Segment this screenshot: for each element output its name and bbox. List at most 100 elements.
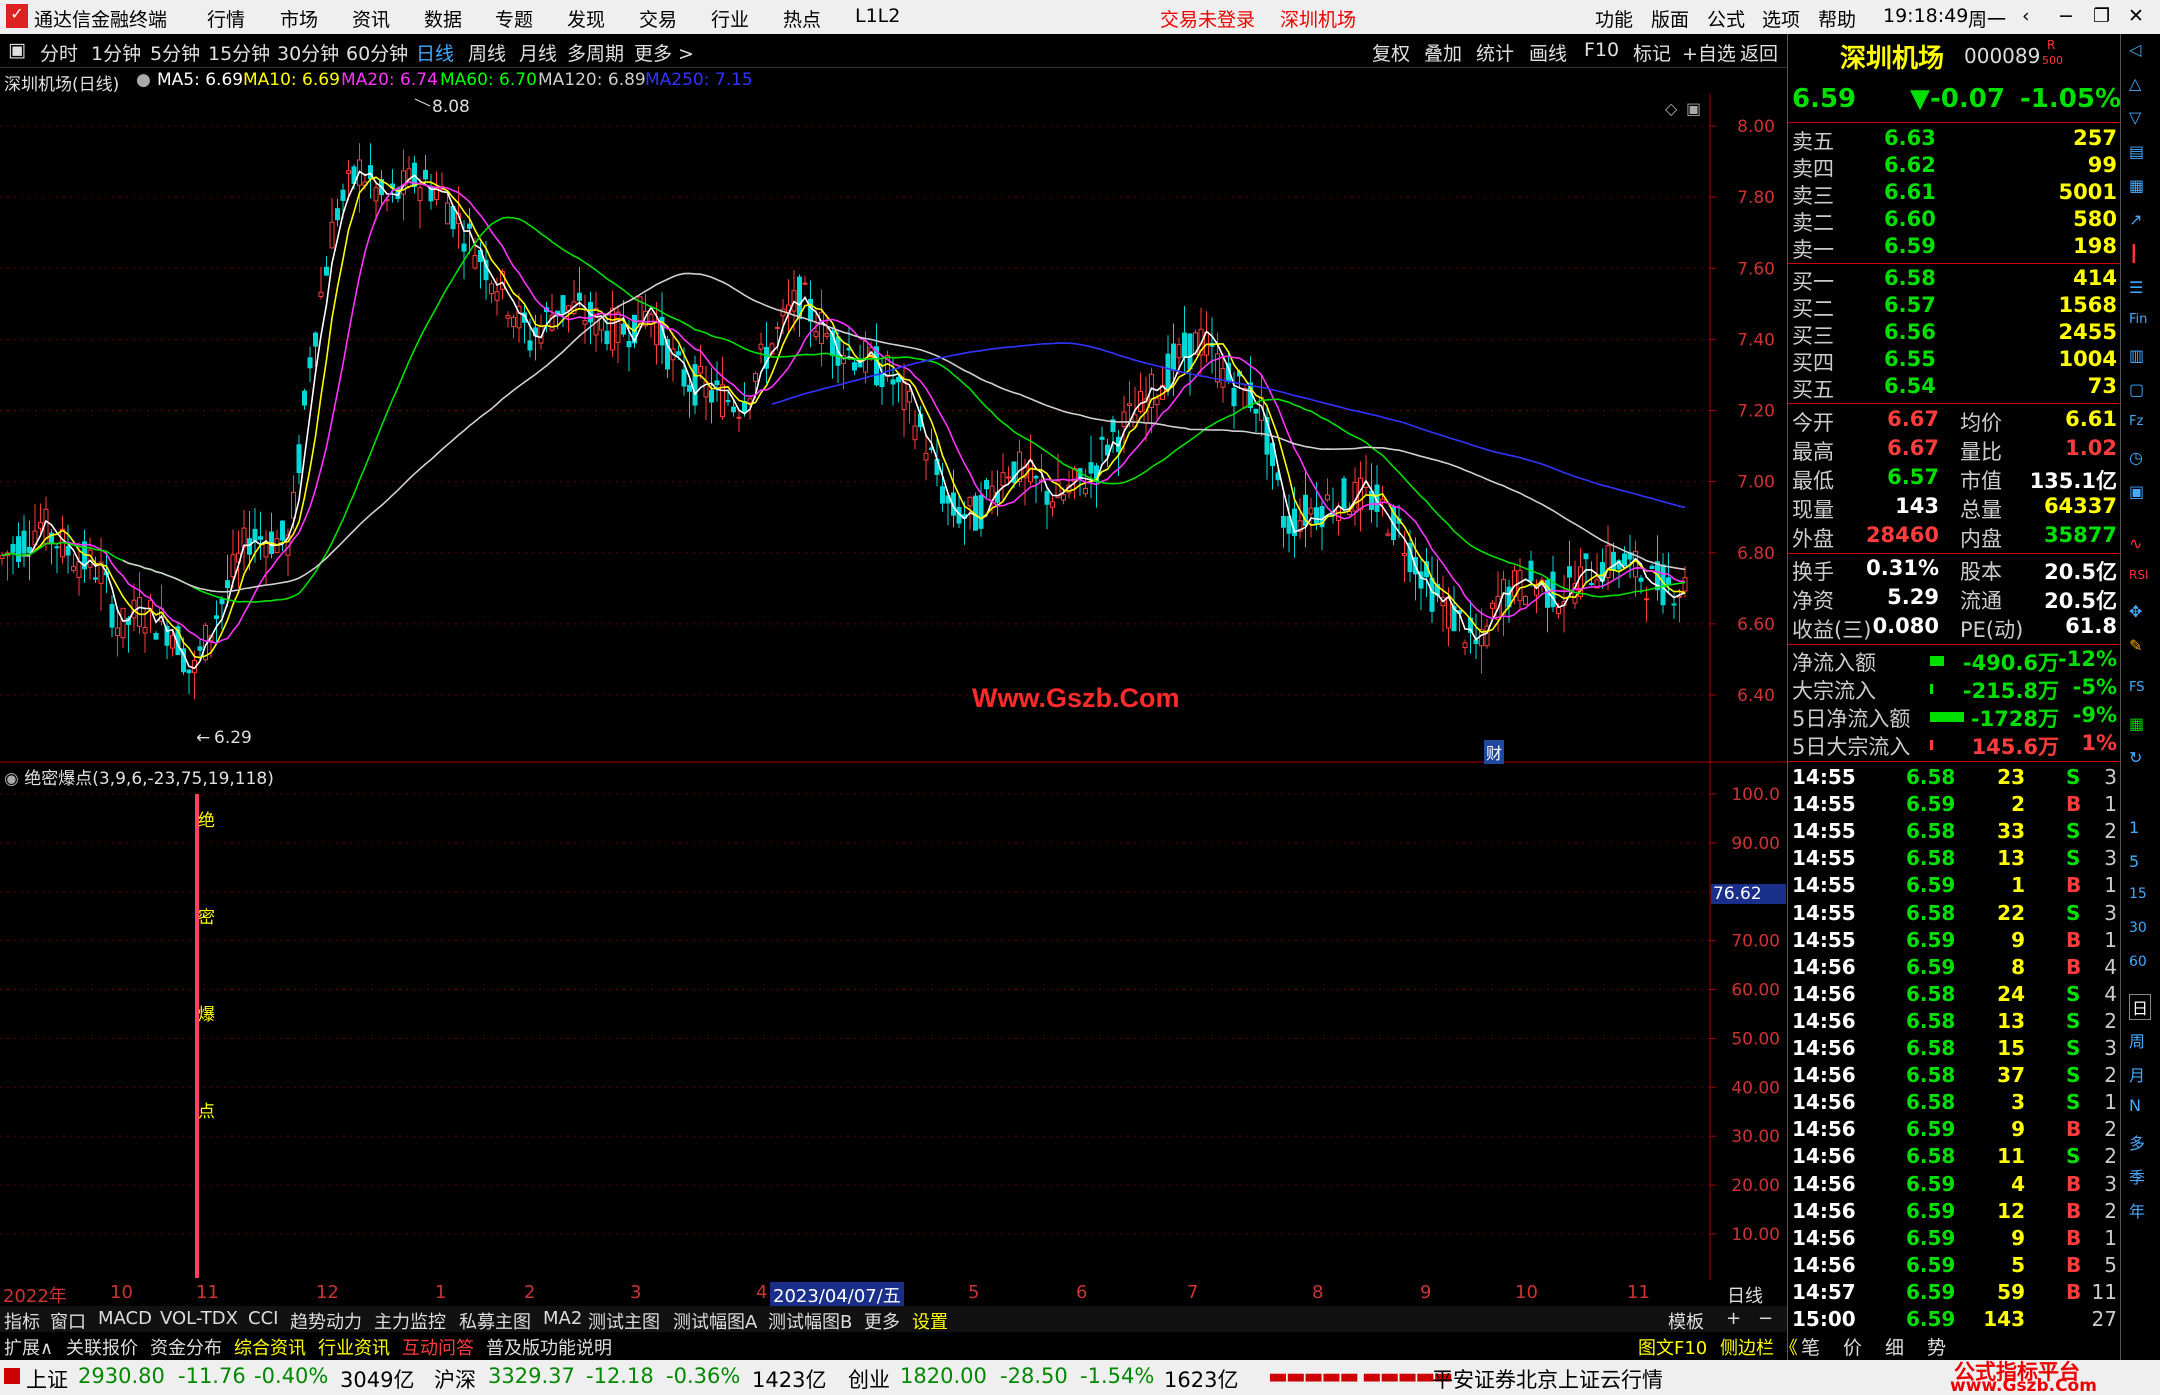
menu-item-hangqing[interactable]: 行情 — [207, 5, 245, 32]
menu-item-shichang[interactable]: 市场 — [280, 5, 318, 32]
tab-30min[interactable]: 30分钟 — [277, 39, 339, 66]
tool-diejia[interactable]: 叠加 — [1424, 39, 1462, 66]
menu-item-shuju[interactable]: 数据 — [424, 5, 462, 32]
itab-remove[interactable]: − — [1758, 1308, 1773, 1329]
ma-settings-icon[interactable]: ● — [136, 70, 151, 90]
info-tab-industry[interactable]: 行业资讯 — [318, 1334, 390, 1360]
chart-icon[interactable]: ▤ — [2129, 142, 2144, 161]
tab-monthly[interactable]: 月线 — [519, 39, 557, 66]
info-tab-f10[interactable]: 图文F10 — [1638, 1334, 1707, 1360]
itab-simuzhutu[interactable]: 私募主图 — [459, 1308, 531, 1334]
fs-icon[interactable]: FS — [2129, 680, 2145, 695]
box-icon[interactable]: ▣ — [2129, 482, 2144, 501]
info-tab-news[interactable]: 综合资讯 — [234, 1334, 306, 1360]
itab-ceshifutu-a[interactable]: 测试幅图A — [673, 1308, 757, 1334]
menu-item-zixun[interactable]: 资讯 — [352, 5, 390, 32]
time-icon[interactable]: ◷ — [2129, 448, 2143, 467]
cy-label[interactable]: 创业 — [848, 1364, 890, 1394]
table-icon[interactable]: ▥ — [2129, 346, 2144, 365]
rsi-icon[interactable]: RSI — [2129, 568, 2149, 582]
info-tab-capital[interactable]: 资金分布 — [150, 1334, 222, 1360]
fin-icon[interactable]: Fin — [2129, 312, 2147, 327]
close-icon[interactable]: ✕ — [2128, 5, 2144, 27]
restore-icon[interactable]: ❐ — [2093, 5, 2110, 27]
itab-zhulijiankong[interactable]: 主力监控 — [374, 1308, 446, 1334]
fz-icon[interactable]: Fz — [2129, 414, 2143, 429]
info-tab-related[interactable]: 关联报价 — [66, 1334, 138, 1360]
tool-huaxian[interactable]: 画线 — [1529, 39, 1567, 66]
itab-template[interactable]: 模板 — [1668, 1308, 1704, 1334]
tab-15min[interactable]: 15分钟 — [208, 39, 270, 66]
grid-icon[interactable]: ▦ — [2129, 176, 2144, 195]
period-season[interactable]: 季 — [2129, 1164, 2145, 1188]
up-icon[interactable]: △ — [2129, 74, 2141, 93]
tool-fuquan[interactable]: 复权 — [1372, 39, 1410, 66]
itab-more[interactable]: 更多 — [864, 1308, 900, 1334]
itab-ceshizhutu[interactable]: 测试主图 — [588, 1308, 660, 1334]
itab-ceshifutu-b[interactable]: 测试幅图B — [768, 1308, 852, 1334]
menu-item-xuanxiang[interactable]: 选项 — [1762, 5, 1800, 32]
period-month[interactable]: 月 — [2129, 1062, 2145, 1086]
tab-multi-period[interactable]: 多周期 — [567, 39, 624, 66]
period-n[interactable]: N — [2129, 1096, 2141, 1115]
menu-item-hangye[interactable]: 行业 — [711, 5, 749, 32]
menu-item-gongshi[interactable]: 公式 — [1707, 5, 1745, 32]
menu-item-bangzhu[interactable]: 帮助 — [1818, 5, 1856, 32]
collapse-icon[interactable]: ◁ — [2129, 40, 2141, 59]
tab-daily[interactable]: 日线 — [416, 39, 454, 66]
info-tab-qa[interactable]: 互动问答 — [402, 1334, 474, 1360]
menu-item-gongneng[interactable]: 功能 — [1595, 5, 1633, 32]
period-60[interactable]: 60 — [2129, 954, 2147, 970]
menu-item-redian[interactable]: 热点 — [783, 5, 821, 32]
tool-f10[interactable]: F10 — [1584, 39, 1619, 61]
pen-icon[interactable]: ✎ — [2129, 636, 2142, 655]
period-30[interactable]: 30 — [2129, 920, 2147, 936]
itab-macd[interactable]: MACD — [98, 1308, 152, 1329]
itab-zhibiao[interactable]: 指标 — [4, 1308, 40, 1334]
menu-item-l1l2[interactable]: L1L2 — [855, 5, 900, 27]
menu-item-banmian[interactable]: 版面 — [1651, 5, 1689, 32]
itab-vol-tdx[interactable]: VOL-TDX — [160, 1308, 238, 1329]
kline-chart[interactable]: 8.00 7.80 7.60 7.40 7.20 7.00 6.80 6.60 6.40 100.… — [0, 94, 1787, 1280]
tool-add-watchlist[interactable]: +自选 — [1682, 39, 1736, 66]
indicator-settings-icon[interactable]: ◉ — [4, 769, 24, 789]
itab-settings[interactable]: 设置 — [912, 1308, 948, 1334]
minimize-icon[interactable]: − — [2058, 5, 2074, 27]
itab-cci[interactable]: CCI — [248, 1308, 278, 1329]
info-tab-help[interactable]: 普及版功能说明 — [486, 1334, 612, 1360]
tab-5min[interactable]: 5分钟 — [150, 39, 200, 66]
period-day[interactable]: 日 — [2129, 994, 2152, 1020]
itab-chuangkou[interactable]: 窗口 — [50, 1308, 86, 1334]
grid2-icon[interactable]: ▦ — [2129, 714, 2144, 733]
period-multi[interactable]: 多 — [2129, 1130, 2145, 1154]
period-5[interactable]: 5 — [2129, 852, 2139, 871]
tool-tongji[interactable]: 统计 — [1476, 39, 1514, 66]
financial-report-marker[interactable]: 财 — [1484, 740, 1505, 764]
tab-weekly[interactable]: 周线 — [468, 39, 506, 66]
tab-60min[interactable]: 60分钟 — [346, 39, 408, 66]
trend-icon[interactable]: ↗ — [2129, 210, 2142, 229]
hs-label[interactable]: 沪深 — [434, 1364, 476, 1394]
period-year[interactable]: 年 — [2129, 1198, 2145, 1222]
move-icon[interactable]: ✥ — [2129, 602, 2142, 621]
info-tab-expand[interactable]: 扩展∧ — [4, 1334, 53, 1360]
itab-ma2[interactable]: MA2 — [543, 1308, 582, 1329]
menu-item-jiaoyi[interactable]: 交易 — [639, 5, 677, 32]
tab-1min[interactable]: 1分钟 — [91, 39, 141, 66]
menu-item-faxian[interactable]: 发现 — [567, 5, 605, 32]
broker-name[interactable]: 平安证券北京上证云行情 — [1432, 1364, 1663, 1394]
kline-icon[interactable]: ┃ — [2129, 244, 2139, 263]
down-icon[interactable]: ▽ — [2129, 108, 2141, 127]
sh-label[interactable]: 上证 — [26, 1364, 68, 1394]
period-1[interactable]: 1 — [2129, 818, 2139, 837]
period-week[interactable]: 周 — [2129, 1028, 2145, 1052]
wave-icon[interactable]: ∿ — [2129, 534, 2142, 553]
menu-item-zhuanti[interactable]: 专题 — [495, 5, 533, 32]
login-status[interactable]: 交易未登录 — [1160, 5, 1255, 32]
tab-more[interactable]: 更多 > — [634, 39, 694, 66]
itab-qushidongli[interactable]: 趋势动力 — [290, 1308, 362, 1334]
tab-fenshi[interactable]: 分时 — [40, 39, 78, 66]
refresh-icon[interactable]: ↻ — [2129, 748, 2142, 767]
tool-back[interactable]: 返回 — [1740, 39, 1778, 66]
tool-biaoji[interactable]: 标记 — [1633, 39, 1671, 66]
